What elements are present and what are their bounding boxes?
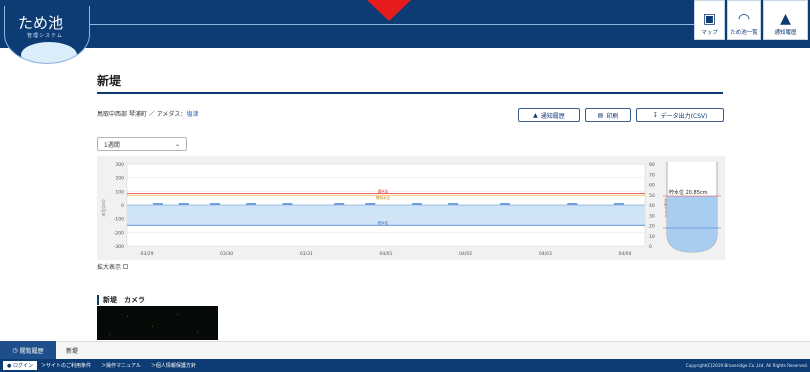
rain-bar [246,203,257,205]
blue-line-label: 底水位 [378,220,389,225]
terms-link[interactable]: ＞サイトのご利用条件 [41,362,91,369]
right-tick-label: 50 [649,193,655,199]
period-select[interactable]: 1週間 ⌄ [97,137,187,151]
camera-image[interactable] [97,306,218,340]
center-arrow-icon [367,0,411,21]
x-tick-label: 04/01 [380,251,393,257]
print-icon: ▤ [597,111,604,119]
red-line-label: 満水位 [378,188,389,193]
notification-history-button[interactable]: ▲ 通知履歴 [763,0,808,40]
right-tick-label: 40 [649,203,655,209]
bell-icon: ▲ [533,111,538,119]
zoom-label: 拡大表示 [97,264,122,271]
app-logo[interactable]: ため池 管理システム [4,6,90,64]
privacy-link[interactable]: ＞個人情報保護方針 [151,362,196,369]
copyright: Copyright(C)2019 Braveridge Co.,Ltd. All… [685,363,808,368]
login-label: ログイン [12,363,33,369]
logo-water-blob [21,42,77,63]
left-tick-label: 0 [121,203,124,209]
history-bar [0,341,810,359]
pond-list-button-label: ため池一覧 [730,30,758,36]
gauge-label: 貯水位 20.85cm [669,189,708,196]
footer: ● ログイン ＞サイトのご利用条件 ＞操作マニュアル ＞個人情報保護方針 Cop… [0,359,810,372]
header-divider [70,24,700,25]
zoom-toggle[interactable]: 拡大表示 [97,262,129,271]
tank-water [667,196,717,252]
logo-subtitle: 管理システム [27,33,63,39]
map-icon: ▣ [702,11,717,27]
notification-history-label: 通知履歴 [774,30,797,36]
manual-link[interactable]: ＞操作マニュアル [101,362,141,369]
x-tick-label: 03/29 [141,251,154,257]
location-prefix: 鳥取中西部 琴浦町 ／ アメダス： [97,111,187,118]
rain-bar [613,203,624,205]
right-tick-label: 0 [649,244,652,250]
zoom-checkbox[interactable] [123,264,129,269]
pond-list-button[interactable]: ◠ ため池一覧 [727,0,761,40]
print-button[interactable]: ▤ 印刷 [585,108,631,122]
rain-bar [152,203,163,205]
rain-bar [499,203,510,205]
rain-bar [178,203,189,205]
camera-section-title: 新堤 カメラ [97,295,145,305]
map-button[interactable]: ▣ マップ [694,0,725,40]
amedas-link[interactable]: 塩津 [186,111,198,118]
notify-history-action-button[interactable]: ▲ 通知履歴 [518,108,580,122]
rain-bar [334,203,345,205]
left-tick-label: 200 [115,176,124,182]
orange-line-label: 警戒水位 [376,195,390,200]
right-tick-label: 60 [649,183,655,189]
left-tick-label: -200 [114,230,124,236]
map-button-label: マップ [701,30,718,36]
chart-svg: 3002001000-100-200-30080706050403020100水… [100,162,721,257]
right-tick-label: 70 [649,172,655,178]
rain-bar [282,203,293,205]
rain-bar [365,203,376,205]
left-axis-label: 水位(cm) [100,199,106,217]
right-tick-label: 80 [649,162,655,168]
period-select-value: 1週間 [104,141,120,149]
right-tick-label: 10 [649,234,655,240]
bell-icon: ▲ [780,11,791,27]
notify-action-label: 通知履歴 [540,112,565,120]
left-tick-label: 100 [115,189,124,195]
left-tick-label: 300 [115,162,124,168]
csv-export-label: データ出力(CSV) [660,112,708,120]
clock-icon: ◷ [12,346,18,354]
history-tab[interactable]: ◷ 閲覧履歴 [0,341,56,359]
water-level-chart: 300 200 100 0 -100 -200 -300 80 70 60 50 40 30 20 10 0 水… [97,156,725,260]
history-item[interactable]: 新堤 [66,346,78,355]
pond-list-icon: ◠ [737,11,751,27]
right-tick-label: 20 [649,224,655,230]
x-tick-label: 04/04 [619,251,632,257]
rain-bar [567,203,578,205]
location-text: 鳥取中西部 琴浦町 ／ アメダス：塩津 [97,109,198,118]
page-title: 新堤 [97,74,122,88]
csv-export-button[interactable]: ↧ データ出力(CSV) [636,108,724,122]
lock-icon: ● [7,363,12,369]
left-tick-label: -300 [114,244,124,250]
title-divider [97,92,723,94]
history-tab-label: 閲覧履歴 [19,347,44,355]
x-tick-label: 04/03 [539,251,552,257]
rain-bar [448,203,459,205]
chevron-down-icon: ⌄ [174,140,180,148]
rain-bar [411,203,422,205]
login-link[interactable]: ● ログイン [3,361,37,370]
download-icon: ↧ [652,111,658,119]
x-tick-label: 03/31 [300,251,313,257]
left-tick-label: -100 [114,217,124,223]
print-label: 印刷 [606,112,619,120]
logo-title: ため池 [18,14,64,32]
x-tick-label: 03/30 [220,251,233,257]
right-tick-label: 30 [649,213,655,219]
rain-bar [209,203,220,205]
x-tick-label: 04/02 [459,251,472,257]
